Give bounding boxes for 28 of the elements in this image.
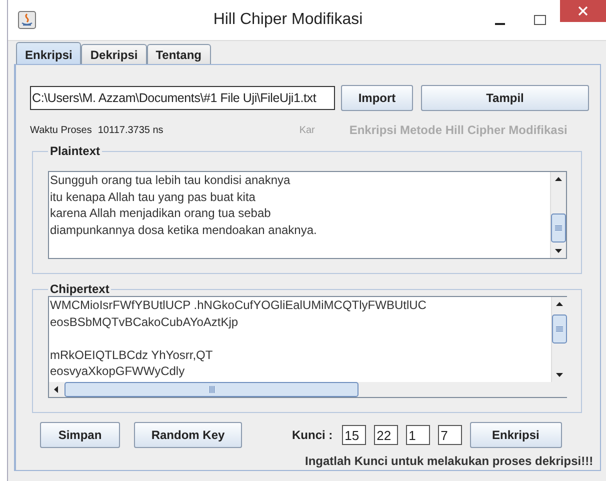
method-label: Enkripsi Metode Hill Cipher Modifikasi [349, 123, 568, 137]
window-title: Hill Chiper Modifikasi [212, 11, 364, 29]
show-button[interactable]: Tampil [421, 85, 589, 111]
tab[interactable]: Dekripsi [81, 44, 147, 64]
java-app-icon [18, 11, 36, 29]
maximize-icon [534, 15, 546, 25]
tab[interactable]: Enkripsi [16, 42, 82, 64]
group-title: Chipertext [49, 282, 110, 296]
key-field[interactable]: 7 [438, 425, 462, 445]
close-button[interactable] [560, 0, 606, 22]
minimize-icon [495, 23, 505, 25]
char-label: Kar [299, 124, 316, 136]
key-field[interactable]: 15 [342, 425, 366, 445]
key-field[interactable]: 1 [406, 425, 430, 445]
encrypt-button[interactable]: Enkripsi [470, 422, 562, 448]
process-time-value: 10117.3735 ns [98, 124, 164, 136]
save-button[interactable]: Simpan [40, 422, 120, 448]
import-button[interactable]: Import [341, 85, 413, 111]
group-title: Plaintext [49, 144, 102, 158]
random-key-button[interactable]: Random Key [134, 422, 242, 448]
process-time-label: Waktu Proses [30, 124, 92, 136]
horizontal-scrollbar[interactable] [49, 382, 569, 397]
key-field[interactable]: 22 [374, 425, 398, 445]
tab[interactable]: Tentang [146, 44, 210, 64]
file-path-field[interactable]: C:\Users\M. Azzam\Documents\#1 File Uji\FileUji1.txt [30, 86, 335, 110]
close-icon [578, 6, 588, 16]
key-label: Kunci : [292, 428, 333, 442]
reminder-text: Ingatlah Kunci untuk melakukan proses dekripsi!!! [305, 454, 593, 468]
